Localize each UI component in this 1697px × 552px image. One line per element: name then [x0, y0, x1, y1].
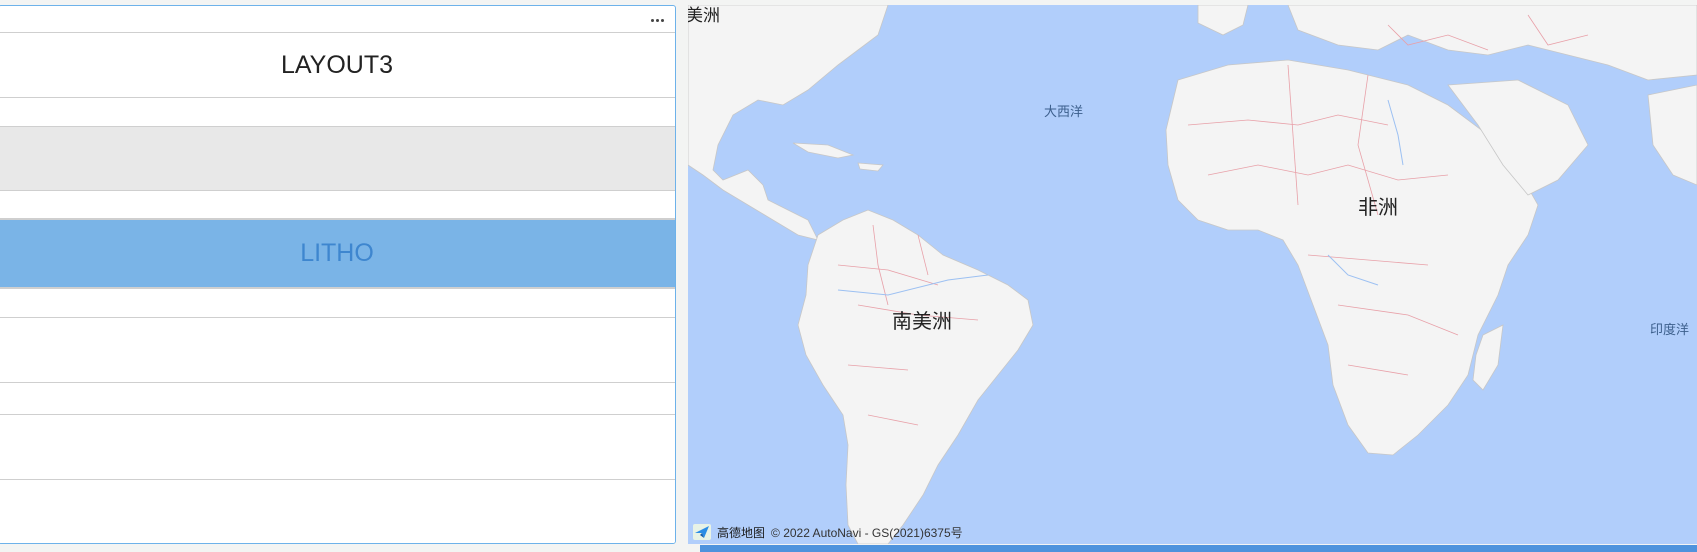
northern-islands — [1197, 5, 1249, 36]
label-north-america: 美洲 — [688, 6, 720, 25]
row-layout3[interactable]: LAYOUT3 — [0, 32, 675, 98]
map-geography — [688, 5, 1697, 544]
label-atlantic-ocean: 大西洋 — [1044, 104, 1084, 119]
map-attribution: 高德地图 © 2022 AutoNavi - GS(2021)6375号 — [693, 523, 963, 541]
label-indian-ocean: 印度洋 — [1650, 322, 1690, 337]
row-spacer[interactable] — [0, 97, 675, 127]
more-options-icon[interactable] — [651, 19, 665, 25]
europe-landmass — [1287, 5, 1697, 81]
row-label: LITHO — [300, 239, 374, 267]
attribution-copyright: © 2022 AutoNavi - GS(2021)6375号 — [771, 525, 963, 540]
south-america-landmass — [797, 209, 1034, 544]
hispaniola-island — [857, 162, 884, 172]
cuba-island — [792, 142, 855, 159]
row-litho-selected[interactable]: LITHO — [0, 218, 675, 289]
amap-logo-icon — [693, 524, 711, 540]
map-bottom-bar — [700, 545, 1697, 552]
row-spacer[interactable] — [0, 479, 675, 543]
row-spacer[interactable] — [0, 288, 675, 318]
north-america-landmass — [688, 5, 889, 241]
label-south-america: 南美洲 — [892, 311, 952, 333]
row-empty[interactable] — [0, 414, 675, 480]
row-empty-grey[interactable] — [0, 126, 675, 191]
layout-panel: LAYOUT3 LITHO — [0, 5, 676, 544]
row-spacer[interactable] — [0, 190, 675, 219]
row-empty[interactable] — [0, 317, 675, 383]
row-label: LAYOUT3 — [280, 50, 394, 79]
row-spacer[interactable] — [0, 382, 675, 415]
world-map[interactable]: 美洲 大西洋 非洲 南美洲 印度洋 — [688, 5, 1697, 544]
india-edge — [1647, 84, 1697, 186]
label-africa: 非洲 — [1358, 197, 1398, 219]
attribution-brand: 高德地图 — [717, 525, 766, 540]
